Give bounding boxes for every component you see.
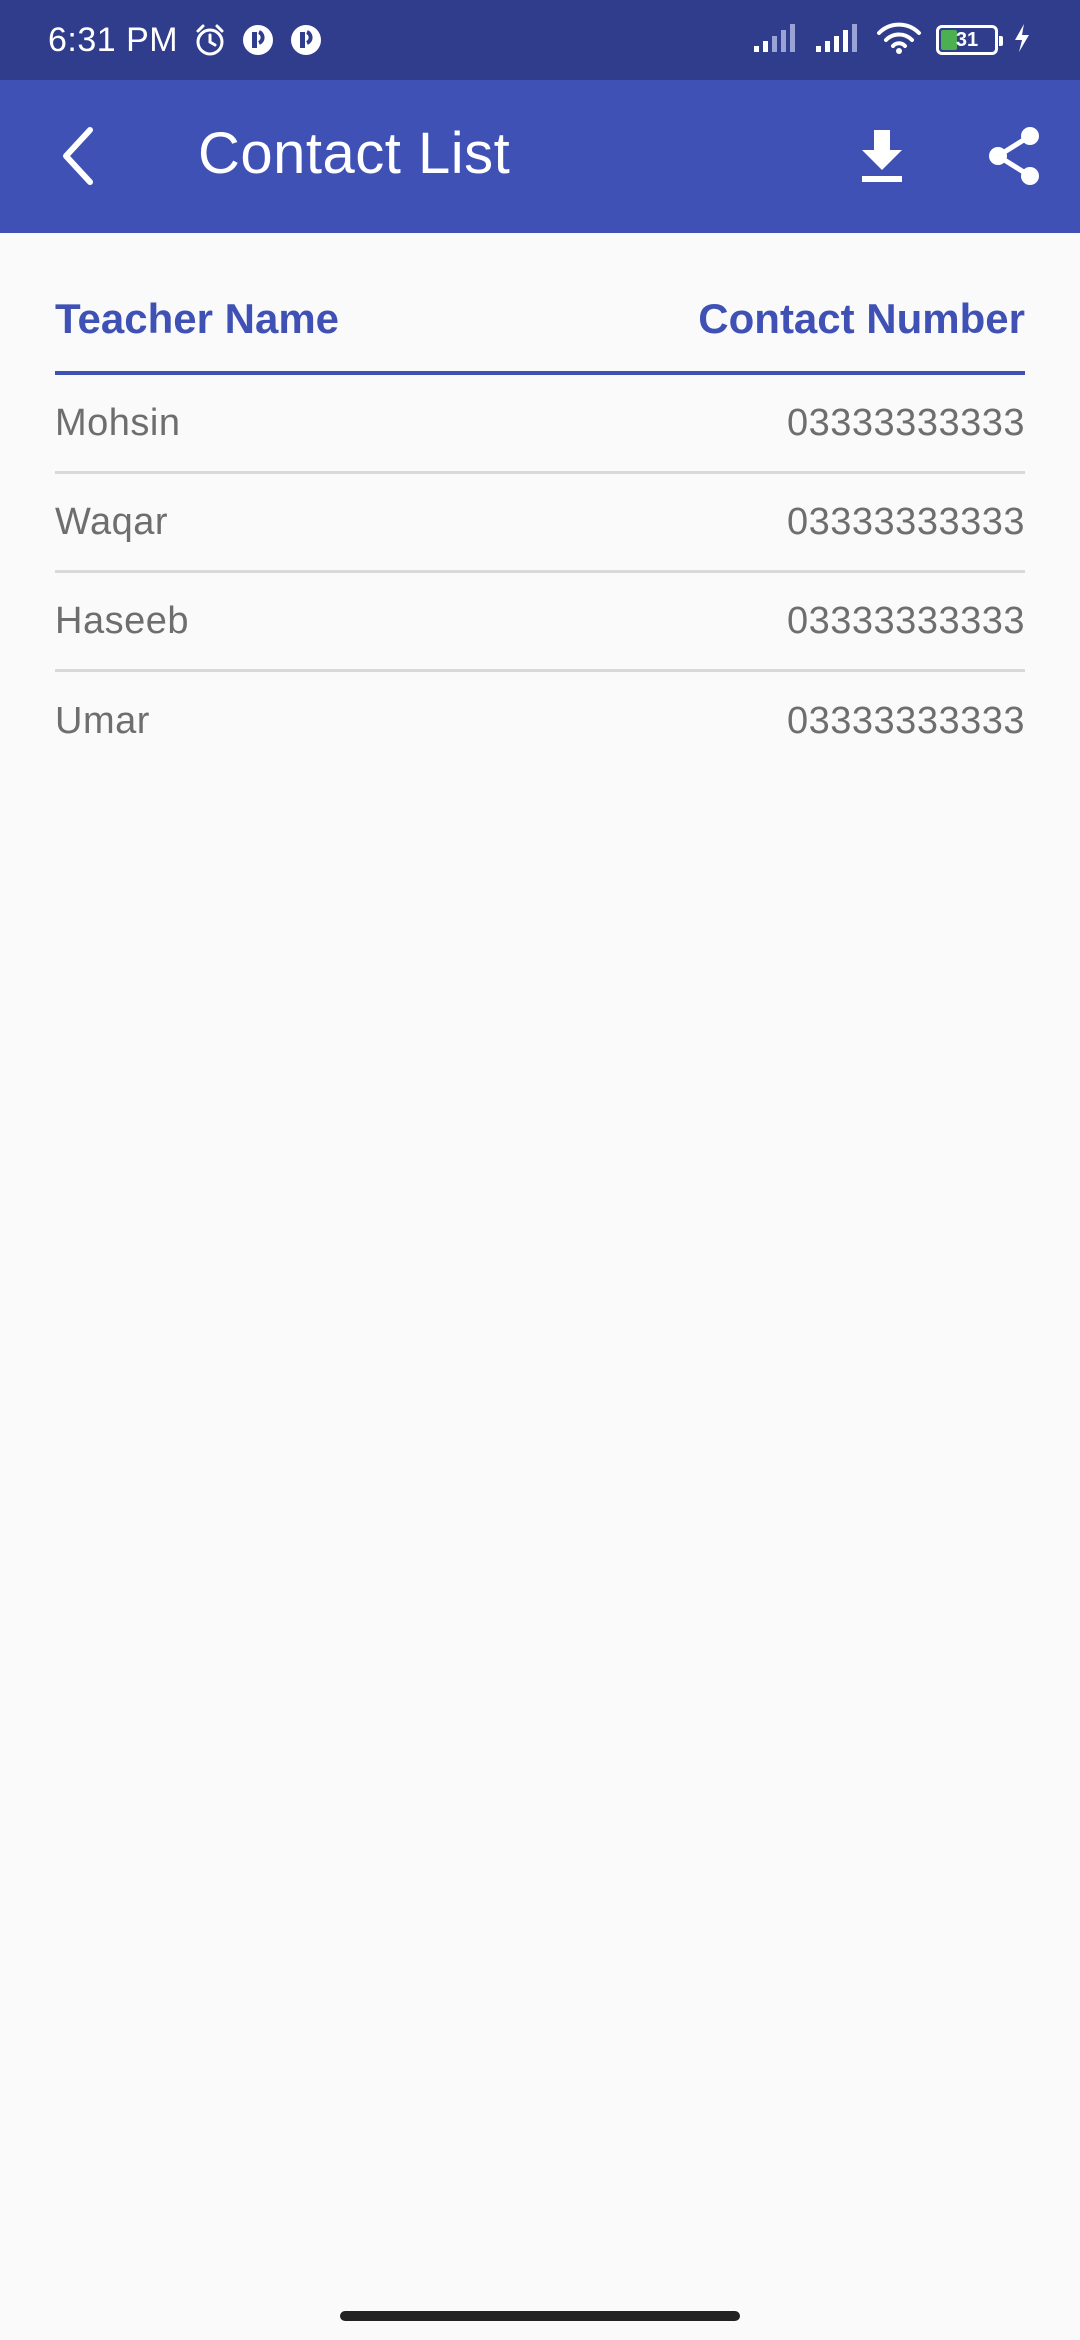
charging-icon	[1012, 23, 1032, 58]
home-indicator[interactable]	[340, 2311, 740, 2321]
table-row[interactable]: Umar 03333333333	[55, 672, 1025, 771]
alarm-icon	[192, 22, 228, 58]
contact-number-cell: 03333333333	[787, 401, 1025, 444]
battery-icon: 31	[936, 25, 1003, 55]
download-icon	[862, 130, 902, 182]
teacher-name-cell: Haseeb	[55, 599, 189, 642]
contact-number-cell: 03333333333	[787, 500, 1025, 543]
battery-fill	[941, 30, 958, 50]
page-title: Contact List	[198, 121, 511, 186]
table-row[interactable]: Waqar 03333333333	[55, 474, 1025, 573]
column-header-teacher-name: Teacher Name	[55, 295, 340, 342]
battery-level: 31	[955, 28, 979, 51]
column-header-contact-number: Contact Number	[698, 295, 1025, 342]
signal-icon	[752, 22, 800, 59]
table-header: Teacher Name Contact Number	[55, 233, 1025, 375]
status-left-icons	[192, 22, 324, 58]
back-button[interactable]	[40, 118, 116, 194]
screen: 6:31 PM 31 Contact List Teacher Name Con…	[0, 0, 1080, 2340]
signal-icon	[814, 22, 862, 59]
back-arrow-icon	[63, 127, 93, 185]
share-button[interactable]	[976, 118, 1052, 194]
download-button[interactable]	[844, 118, 920, 194]
status-time: 6:31 PM	[48, 20, 179, 59]
app-bar: Contact List	[0, 80, 1080, 233]
contact-number-cell: 03333333333	[787, 599, 1025, 642]
status-bar: 6:31 PM 31	[0, 0, 1080, 80]
table-row[interactable]: Haseeb 03333333333	[55, 573, 1025, 672]
contact-number-cell: 03333333333	[787, 700, 1025, 742]
teacher-name-cell: Mohsin	[55, 401, 181, 444]
contact-table: Teacher Name Contact Number Mohsin 03333…	[55, 233, 1025, 771]
table-row[interactable]: Mohsin 03333333333	[55, 375, 1025, 474]
status-right: 31	[752, 21, 1032, 60]
app-notification-icon	[288, 22, 324, 58]
wifi-icon	[876, 21, 922, 60]
teacher-name-cell: Waqar	[55, 500, 169, 543]
teacher-name-cell: Umar	[55, 700, 150, 742]
share-icon	[989, 127, 1039, 185]
app-notification-icon	[240, 22, 276, 58]
